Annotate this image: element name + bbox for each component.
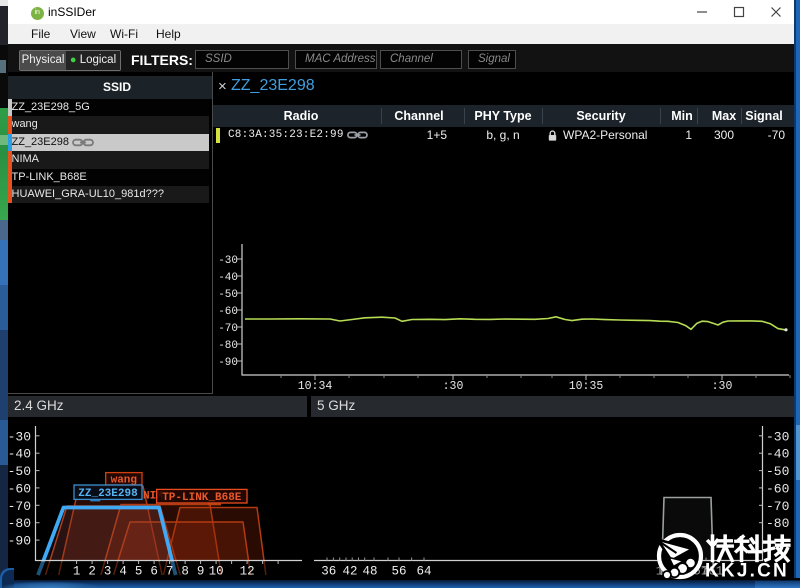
- svg-text:KKJ.CN: KKJ.CN: [705, 561, 789, 582]
